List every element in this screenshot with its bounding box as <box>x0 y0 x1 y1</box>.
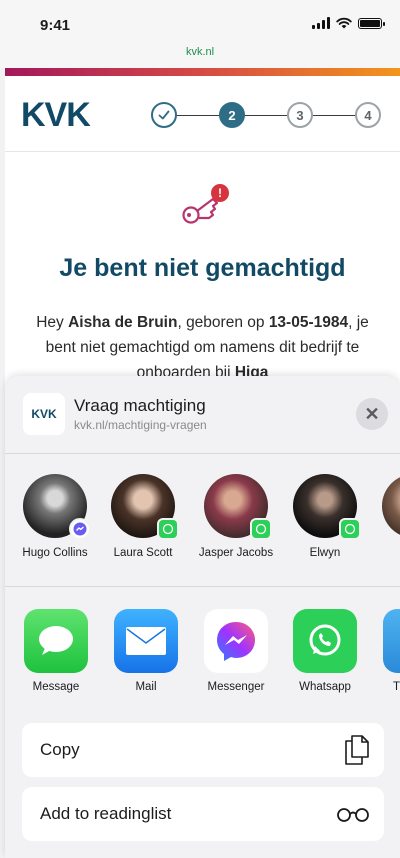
share-apps-row: Message Mail Messenger Whatsapp T <box>5 609 400 699</box>
contact-name: Elwyn <box>309 547 341 559</box>
url-text: kvk.nl <box>185 46 215 58</box>
avatar <box>204 474 272 540</box>
web-page: KVK 2 3 4 ! Je bent niet gemachtigd Hey … <box>5 76 400 396</box>
step-1-done <box>151 102 177 128</box>
mail-icon <box>114 609 178 673</box>
share-app-logo: KVK <box>23 393 65 435</box>
contact-item[interactable]: Laura Scott <box>100 474 186 560</box>
brand-gradient-bar <box>5 68 400 76</box>
add-to-readinglist-action[interactable]: Add to readinglist <box>22 787 384 841</box>
contact-item[interactable]: Ma <box>371 474 400 560</box>
battery-icon <box>358 17 385 29</box>
app-label: Mail <box>135 681 157 693</box>
check-icon <box>158 110 170 120</box>
telegram-icon <box>383 609 400 673</box>
contact-item[interactable]: Elwyn <box>282 474 368 560</box>
avatar <box>293 474 361 540</box>
whatsapp-icon <box>293 609 357 673</box>
app-label: Message <box>32 681 80 693</box>
alert-badge: ! <box>211 184 229 202</box>
kvk-logo: KVK <box>21 96 91 134</box>
status-icons <box>312 17 385 29</box>
user-name: Aisha de Bruin <box>68 314 178 331</box>
close-button[interactable]: ✕ <box>356 398 388 430</box>
whatsapp-badge-icon <box>250 518 272 540</box>
share-app-message[interactable]: Message <box>16 609 96 693</box>
app-label: Whatsapp <box>299 681 351 693</box>
step-4: 4 <box>355 102 381 128</box>
avatar <box>23 474 91 540</box>
contact-name: Laura Scott <box>113 547 173 559</box>
wifi-icon <box>336 17 352 29</box>
whatsapp-badge-icon <box>157 518 179 540</box>
share-contacts-row: Hugo Collins Laura Scott Jasper Jacobs E… <box>5 474 400 586</box>
page-title: Je bent niet gemachtigd <box>59 254 346 282</box>
birth-date: 13-05-1984 <box>268 314 349 331</box>
messenger-icon <box>204 609 268 673</box>
action-label: Copy <box>40 740 80 759</box>
action-label: Add to readinglist <box>40 804 172 823</box>
divider <box>5 586 400 587</box>
copy-icon <box>345 735 369 765</box>
avatar <box>111 474 179 540</box>
step-2: 2 <box>219 102 245 128</box>
share-sheet-header: KVK Vraag machtiging kvk.nl/machtiging-v… <box>5 376 400 454</box>
share-title: Vraag machtiging <box>74 396 206 415</box>
share-app-mail[interactable]: Mail <box>106 609 186 693</box>
whatsapp-badge-icon <box>339 518 361 540</box>
info-paragraph: Hey Aisha de Bruin, geboren op 13-05-198… <box>36 314 369 381</box>
status-bar: 9:41 <box>0 0 400 40</box>
signal-icon <box>312 17 330 29</box>
step-3: 3 <box>287 102 313 128</box>
glasses-icon <box>337 808 369 822</box>
share-sheet: KVK Vraag machtiging kvk.nl/machtiging-v… <box>5 376 400 858</box>
contact-item[interactable]: Hugo Collins <box>12 474 98 560</box>
share-url: kvk.nl/machtiging-vragen <box>74 418 207 432</box>
contact-item[interactable]: Jasper Jacobs <box>193 474 279 560</box>
share-app-telegram[interactable]: T <box>375 609 400 693</box>
progress-stepper: 2 3 4 <box>151 102 381 128</box>
url-bar[interactable]: kvk.nl <box>0 40 400 68</box>
key-illustration: ! <box>177 184 229 232</box>
share-app-whatsapp[interactable]: Whatsapp <box>285 609 365 693</box>
contact-name: Hugo Collins <box>22 547 88 559</box>
message-icon <box>24 609 88 673</box>
contact-name: Ma <box>371 546 400 560</box>
contact-name: Jasper Jacobs <box>198 547 274 559</box>
copy-action[interactable]: Copy <box>22 723 384 777</box>
page-header: KVK 2 3 4 <box>5 76 400 152</box>
avatar <box>382 474 400 538</box>
share-app-messenger[interactable]: Messenger <box>196 609 276 693</box>
app-label: Messenger <box>207 681 265 693</box>
status-time: 9:41 <box>40 17 71 34</box>
messenger-badge-icon <box>69 518 91 540</box>
app-label: T <box>393 681 400 693</box>
